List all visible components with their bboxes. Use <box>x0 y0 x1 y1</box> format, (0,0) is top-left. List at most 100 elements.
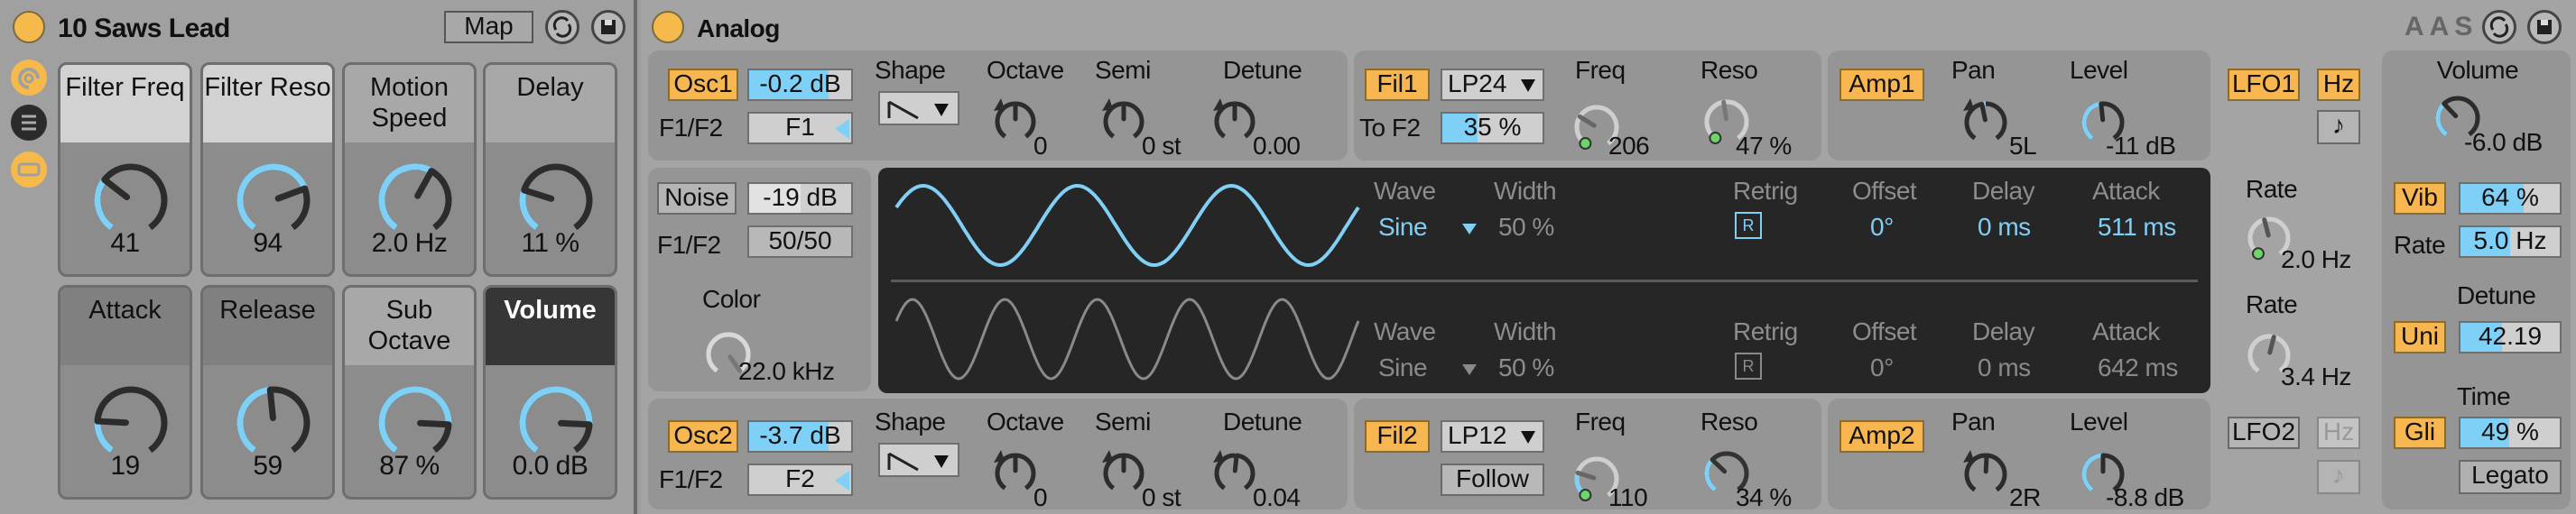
modulation-indicator-icon <box>1579 489 1592 502</box>
vibrato-amount-field[interactable]: 64 % <box>2459 182 2562 215</box>
lfo2-delay-value[interactable]: 0 ms <box>1978 353 2031 382</box>
glide-time-field[interactable]: 49 % <box>2459 417 2562 449</box>
lfo2-offset-value[interactable]: 0° <box>1870 353 1894 382</box>
center-marker-icon <box>1963 450 1974 463</box>
lfo1-rate-value: 2.0 Hz <box>2281 245 2351 273</box>
volume-value: -6.0 dB <box>2464 128 2543 156</box>
glide-toggle[interactable]: Gli <box>2394 417 2446 449</box>
osc2-level-field[interactable]: -3.7 dB <box>747 420 853 453</box>
fil1-type-dropdown[interactable]: LP24 <box>1441 69 1544 101</box>
fil2-follow-toggle[interactable]: Follow <box>1441 464 1544 496</box>
center-marker-icon <box>1963 98 1974 111</box>
lfo2-width-label: Width <box>1494 317 1557 345</box>
osc2-semi-knob[interactable] <box>1101 450 1146 500</box>
unison-detune-field[interactable]: 42.19 <box>2459 321 2562 353</box>
osc2-f1f2-field[interactable]: F2 <box>747 464 853 496</box>
macro-value: 87 % <box>379 451 440 481</box>
save-preset-icon[interactable] <box>2527 10 2562 44</box>
lfo2-attack-value[interactable]: 642 ms <box>2098 353 2178 382</box>
macro-value: 11 % <box>521 228 579 258</box>
lfo1-attack-value[interactable]: 511 ms <box>2098 213 2176 242</box>
amp2-pan-value: 2R <box>2009 483 2041 511</box>
osc2-octave-value: 0 <box>1033 483 1048 511</box>
rack-activator-button[interactable] <box>13 11 45 43</box>
macro-7[interactable]: Sub Octave 87 % <box>342 285 477 500</box>
osc2-shape-dropdown[interactable] <box>878 443 959 477</box>
hot-swap-icon[interactable] <box>545 10 579 44</box>
center-marker-icon <box>1102 98 1113 111</box>
amp2-pan-label: Pan <box>1951 408 1996 436</box>
lfo1-width-label: Width <box>1494 177 1557 205</box>
macro-label: Release <box>203 288 332 365</box>
amp2-pan-knob[interactable] <box>1962 450 2009 502</box>
macro-4[interactable]: Delay 11 % <box>483 62 617 277</box>
lfo1-hz-toggle[interactable]: Hz <box>2317 69 2360 101</box>
noise-level-field[interactable]: -19 dB <box>747 182 853 215</box>
chain-list-icon[interactable] <box>11 105 47 141</box>
lfo1-sync-note-icon[interactable]: ♪ <box>2317 110 2360 144</box>
osc1-semi-knob[interactable] <box>1101 98 1146 149</box>
macro-value: 2.0 Hz <box>371 228 448 258</box>
lfo2-sync-note-icon[interactable]: ♪ <box>2317 460 2360 494</box>
lfo2-retrig-toggle[interactable]: R <box>1735 353 1762 380</box>
fil2-reso-label: Reso <box>1700 408 1758 436</box>
device-title: Analog <box>697 14 780 42</box>
hot-swap-icon[interactable] <box>2482 10 2516 44</box>
lfo2-hz-toggle[interactable]: Hz <box>2317 417 2360 449</box>
osc2-detune-knob[interactable] <box>1212 450 1257 500</box>
unison-toggle[interactable]: Uni <box>2394 321 2446 353</box>
show-macros-icon[interactable] <box>11 60 47 96</box>
instrument-rack: 10 Saws Lead Map Filter Freq 41 Filter R… <box>0 0 637 514</box>
macro-3[interactable]: Motion Speed 2.0 Hz <box>342 62 477 277</box>
lfo1-delay-value[interactable]: 0 ms <box>1978 213 2031 242</box>
osc1-detune-value: 0.00 <box>1253 132 1301 160</box>
lfo1-toggle[interactable]: LFO1 <box>2228 69 2300 101</box>
amp1-pan-knob[interactable] <box>1962 98 2009 151</box>
macro-label: Filter Reso <box>203 65 332 142</box>
osc1-f1f2-field[interactable]: F1 <box>747 112 853 144</box>
lfo1-wave-dropdown[interactable]: Sine <box>1378 213 1428 242</box>
amp2-level-label: Level <box>2070 408 2128 436</box>
osc1-octave-knob[interactable] <box>993 98 1038 149</box>
osc2-toggle[interactable]: Osc2 <box>668 420 738 453</box>
save-preset-icon[interactable] <box>591 10 625 44</box>
macro-6[interactable]: Release 59 <box>200 285 335 500</box>
lfo2-wave-dropdown[interactable]: Sine <box>1378 353 1428 382</box>
lfo1-offset-value[interactable]: 0° <box>1870 213 1894 242</box>
macro-value: 59 <box>253 451 283 481</box>
macro-label: Attack <box>60 288 190 365</box>
osc1-detune-knob[interactable] <box>1212 98 1257 149</box>
amp2-toggle[interactable]: Amp2 <box>1839 420 1924 453</box>
macro-value: 41 <box>110 228 140 258</box>
map-button[interactable]: Map <box>444 11 533 43</box>
osc1-f1f2-label: F1/F2 <box>659 114 723 142</box>
center-marker-icon <box>1213 450 1224 463</box>
lfo1-delay-label: Delay <box>1972 177 2035 205</box>
noise-toggle[interactable]: Noise <box>657 182 737 215</box>
fil1-toggle[interactable]: Fil1 <box>1365 69 1430 101</box>
osc1-level-field[interactable]: -0.2 dB <box>747 69 853 101</box>
amp1-toggle[interactable]: Amp1 <box>1839 69 1924 101</box>
lfo1-retrig-label: Retrig <box>1733 177 1798 205</box>
fil1-reso-value: 47 % <box>1736 132 1792 160</box>
osc1-toggle[interactable]: Osc1 <box>668 69 738 101</box>
osc2-octave-knob[interactable] <box>993 450 1038 500</box>
fil2-toggle[interactable]: Fil2 <box>1365 420 1430 453</box>
noise-f1f2-field[interactable]: 50/50 <box>747 225 853 258</box>
osc1-shape-dropdown[interactable] <box>878 91 959 125</box>
vibrato-rate-field[interactable]: 5.0 Hz <box>2459 225 2562 258</box>
lfo2-toggle[interactable]: LFO2 <box>2228 417 2300 449</box>
show-devices-icon[interactable] <box>11 151 47 188</box>
macro-1[interactable]: Filter Freq 41 <box>58 62 192 277</box>
legato-toggle[interactable]: Legato <box>2459 460 2562 494</box>
macro-8[interactable]: Volume 0.0 dB <box>483 285 617 500</box>
fil2-type-dropdown[interactable]: LP12 <box>1441 420 1544 453</box>
fil1-freq-value: 206 <box>1608 132 1650 160</box>
osc1-semi-label: Semi <box>1095 56 1151 84</box>
vibrato-toggle[interactable]: Vib <box>2394 182 2446 215</box>
macro-5[interactable]: Attack 19 <box>58 285 192 500</box>
fil1-to-f2-field[interactable]: 35 % <box>1441 112 1544 144</box>
macro-2[interactable]: Filter Reso 94 <box>200 62 335 277</box>
analog-activator-button[interactable] <box>652 11 684 43</box>
lfo1-retrig-toggle[interactable]: R <box>1735 212 1762 239</box>
